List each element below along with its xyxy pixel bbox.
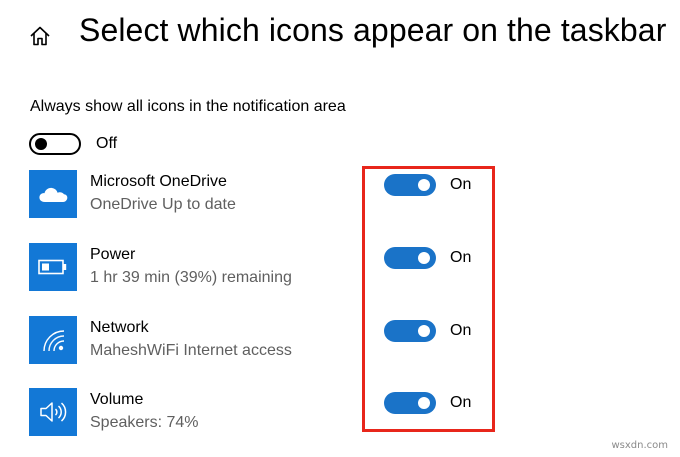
- list-item-network: Network MaheshWiFi Internet access On: [0, 316, 680, 376]
- item-subtitle: Speakers: 74%: [90, 414, 199, 431]
- power-tile: [29, 243, 77, 291]
- onedrive-tile: [29, 170, 77, 218]
- always-show-toggle[interactable]: [29, 133, 81, 155]
- item-title: Volume: [90, 391, 144, 408]
- list-item-volume: Volume Speakers: 74% On: [0, 388, 680, 448]
- header: Select which icons appear on the taskbar: [0, 0, 680, 70]
- item-subtitle: 1 hr 39 min (39%) remaining: [90, 269, 292, 286]
- item-subtitle: MaheshWiFi Internet access: [90, 342, 292, 359]
- item-title: Microsoft OneDrive: [90, 173, 227, 190]
- always-show-state: Off: [96, 135, 118, 152]
- volume-tile: [29, 388, 77, 436]
- item-title: Network: [90, 319, 149, 336]
- network-tile: [29, 316, 77, 364]
- item-subtitle: OneDrive Up to date: [90, 196, 236, 213]
- list-item-power: Power 1 hr 39 min (39%) remaining On: [0, 243, 680, 303]
- always-show-label: Always show all icons in the notificatio…: [30, 98, 346, 115]
- cloud-icon: [39, 187, 68, 202]
- toggle-knob: [35, 138, 47, 150]
- speaker-icon: [40, 402, 67, 422]
- wifi-icon: [43, 330, 65, 352]
- page-title: Select which icons appear on the taskbar: [79, 12, 667, 48]
- highlight-box: [362, 166, 495, 432]
- item-title: Power: [90, 246, 136, 263]
- watermark: wsxdn.com: [611, 440, 668, 451]
- home-icon[interactable]: [28, 24, 52, 48]
- list-item-onedrive: Microsoft OneDrive OneDrive Up to date O…: [0, 170, 680, 230]
- battery-icon: [38, 259, 67, 275]
